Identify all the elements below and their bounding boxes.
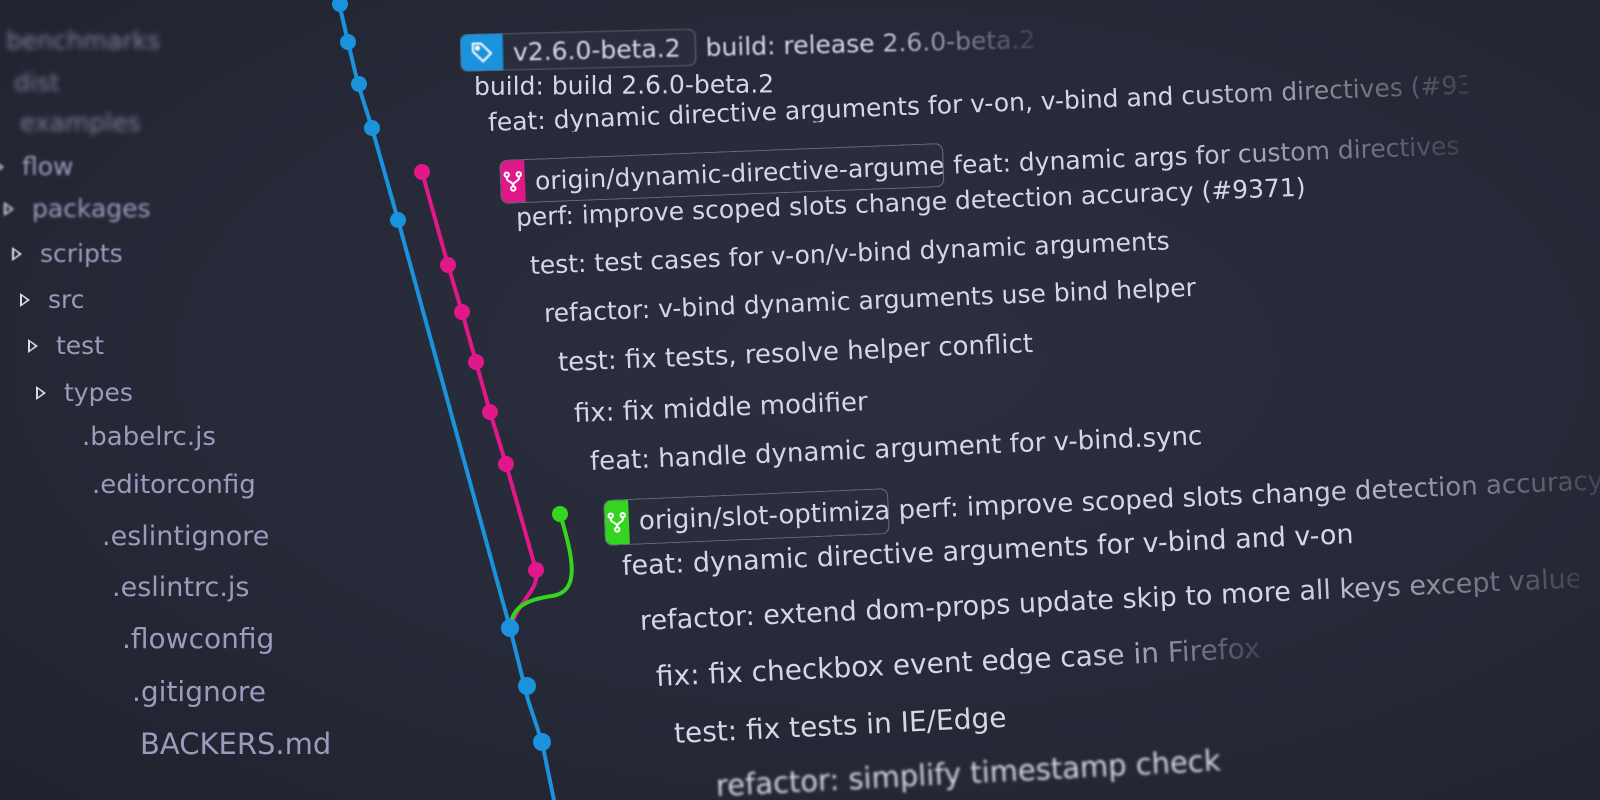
git-client-window: benchmarks dist examples flow packages s…: [0, 0, 1600, 800]
tag-icon: [471, 42, 493, 63]
commit-row[interactable]: build: build 2.6.0-beta.2: [473, 69, 775, 101]
commit-node[interactable]: [414, 164, 430, 180]
commit-node[interactable]: [332, 0, 348, 12]
commit-node[interactable]: [552, 506, 568, 522]
commit-node[interactable]: [390, 212, 406, 228]
badge-label: origin/dynamic-directive-arguments: [534, 148, 945, 196]
commit-node[interactable]: [501, 619, 519, 637]
commit-node[interactable]: [340, 34, 356, 50]
commit-message: build: build 2.6.0-beta.2: [473, 69, 775, 101]
tag-badge[interactable]: v2.6.0-beta.2: [459, 28, 697, 72]
commit-node[interactable]: [528, 562, 544, 578]
commit-node[interactable]: [364, 120, 380, 136]
badge-icon: [460, 33, 504, 71]
commit-node[interactable]: [351, 76, 367, 92]
commit-node[interactable]: [440, 257, 456, 273]
commit-node[interactable]: [482, 404, 498, 420]
branch-icon: [607, 512, 626, 533]
commit-node[interactable]: [533, 733, 551, 751]
commit-node[interactable]: [498, 456, 514, 472]
commit-message: build: release 2.6.0-beta.2: [705, 24, 1036, 62]
dynamic-branch-line: [420, 170, 539, 630]
commit-node[interactable]: [454, 304, 470, 320]
commit-node[interactable]: [468, 354, 484, 370]
commit-node[interactable]: [518, 677, 536, 695]
badge-icon: [604, 499, 630, 545]
badge-label: v2.6.0-beta.2: [512, 33, 681, 67]
branch-icon: [503, 171, 522, 192]
badge-icon: [500, 160, 526, 203]
badge-label: origin/slot-optimization: [638, 493, 890, 537]
